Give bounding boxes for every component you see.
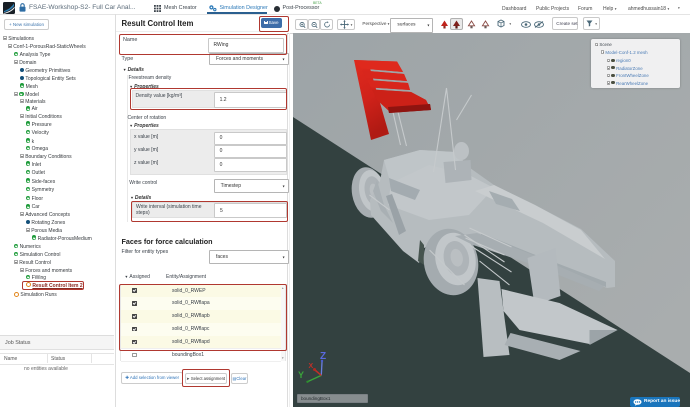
svg-text:X: X: [309, 363, 314, 370]
svg-text:Y: Y: [298, 370, 304, 380]
svg-text:Z: Z: [320, 351, 326, 362]
